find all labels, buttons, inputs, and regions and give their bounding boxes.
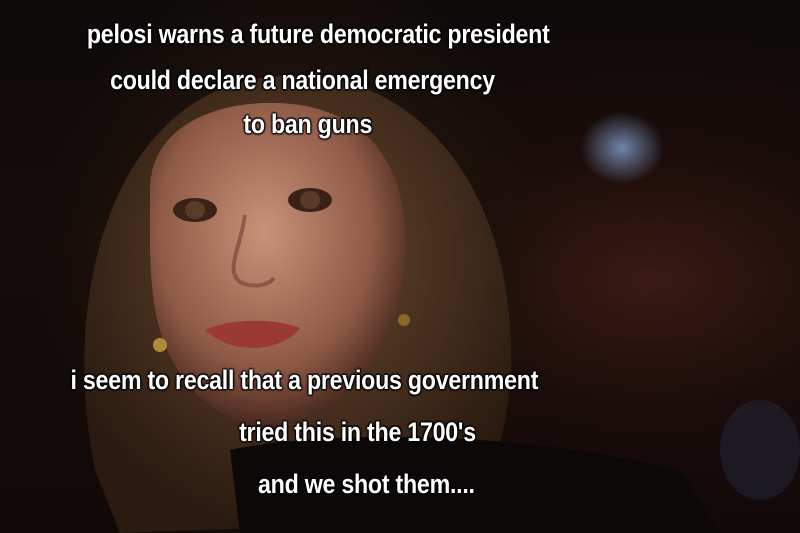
top-caption-line-3: to ban guns [243, 109, 373, 139]
meme-image: pelosi warns a future democratic preside… [0, 0, 800, 533]
bottom-caption-line-1: i seem to recall that a previous governm… [70, 365, 539, 395]
top-caption-line-1: pelosi warns a future democratic preside… [86, 19, 550, 49]
bottom-caption-line-3: and we shot them.... [258, 469, 475, 499]
top-caption-line-2: could declare a national emergency [110, 65, 495, 95]
bottom-caption-line-2: tried this in the 1700's [239, 417, 476, 447]
